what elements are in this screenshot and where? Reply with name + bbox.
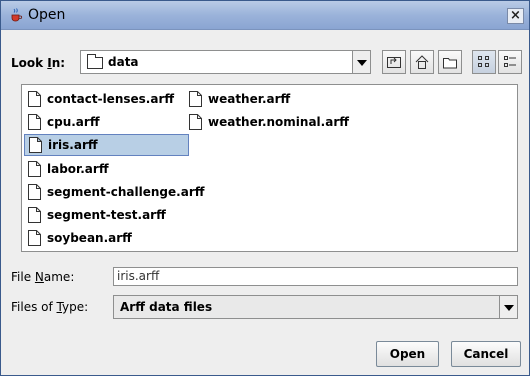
open-dialog: Open × Look In: data contact-lenses.arff… xyxy=(0,0,530,376)
open-button[interactable]: Open xyxy=(376,341,439,367)
home-button[interactable] xyxy=(410,50,434,74)
details-view-icon xyxy=(504,56,516,67)
file-icon xyxy=(28,161,41,177)
title-bar[interactable]: Open × xyxy=(1,1,529,30)
file-icon xyxy=(28,184,41,200)
file-type-value: Arff data files xyxy=(120,300,213,314)
cancel-button[interactable]: Cancel xyxy=(451,341,521,367)
file-icon xyxy=(189,91,202,107)
new-folder-icon xyxy=(443,58,457,69)
file-name: cpu.arff xyxy=(47,115,100,129)
list-view-icon xyxy=(478,56,489,67)
close-button[interactable]: × xyxy=(507,8,524,24)
folder-icon xyxy=(87,54,103,69)
file-name: iris.arff xyxy=(48,138,98,152)
file-icon xyxy=(189,114,202,130)
file-item[interactable]: contact-lenses.arff xyxy=(24,88,187,110)
file-name-input[interactable]: iris.arff xyxy=(113,267,518,286)
file-item[interactable]: labor.arff xyxy=(24,158,187,180)
file-item[interactable]: weather.arff xyxy=(185,88,355,110)
file-icon xyxy=(28,230,41,246)
file-name: weather.arff xyxy=(208,92,291,106)
file-item[interactable]: cpu.arff xyxy=(24,111,187,133)
file-name-label: File Name: xyxy=(11,270,75,284)
file-list[interactable]: contact-lenses.arff cpu.arff iris.arff l… xyxy=(21,84,518,252)
up-one-level-icon xyxy=(387,57,401,68)
window-title: Open xyxy=(28,7,66,23)
file-name: contact-lenses.arff xyxy=(47,92,175,106)
look-in-label: Look In: xyxy=(11,56,66,70)
file-item-selected[interactable]: iris.arff xyxy=(24,134,189,156)
file-icon xyxy=(28,114,41,130)
file-item[interactable]: segment-test.arff xyxy=(24,204,187,226)
file-item[interactable]: soybean.arff xyxy=(24,227,187,249)
file-name: soybean.arff xyxy=(47,231,132,245)
file-icon xyxy=(28,91,41,107)
file-type-combo[interactable]: Arff data files xyxy=(113,295,518,319)
file-item[interactable]: weather.nominal.arff xyxy=(185,111,355,133)
file-item[interactable]: segment-challenge.arff xyxy=(24,181,204,203)
file-icon xyxy=(28,207,41,223)
close-icon: × xyxy=(510,8,521,23)
chevron-down-icon[interactable] xyxy=(499,296,517,318)
file-type-label: Files of Type: xyxy=(11,300,89,314)
java-cup-icon xyxy=(11,8,23,22)
file-icon xyxy=(29,137,42,153)
file-name: segment-challenge.arff xyxy=(47,185,205,199)
file-name: segment-test.arff xyxy=(47,208,166,222)
new-folder-button[interactable] xyxy=(438,50,462,74)
list-view-button[interactable] xyxy=(472,50,496,74)
up-one-level-button[interactable] xyxy=(382,50,406,74)
look-in-combo[interactable]: data xyxy=(80,50,371,74)
home-icon xyxy=(415,55,429,69)
file-name: weather.nominal.arff xyxy=(208,115,349,129)
file-name: labor.arff xyxy=(47,162,109,176)
details-view-button[interactable] xyxy=(498,50,522,74)
look-in-value: data xyxy=(108,55,139,69)
chevron-down-icon[interactable] xyxy=(352,51,370,73)
